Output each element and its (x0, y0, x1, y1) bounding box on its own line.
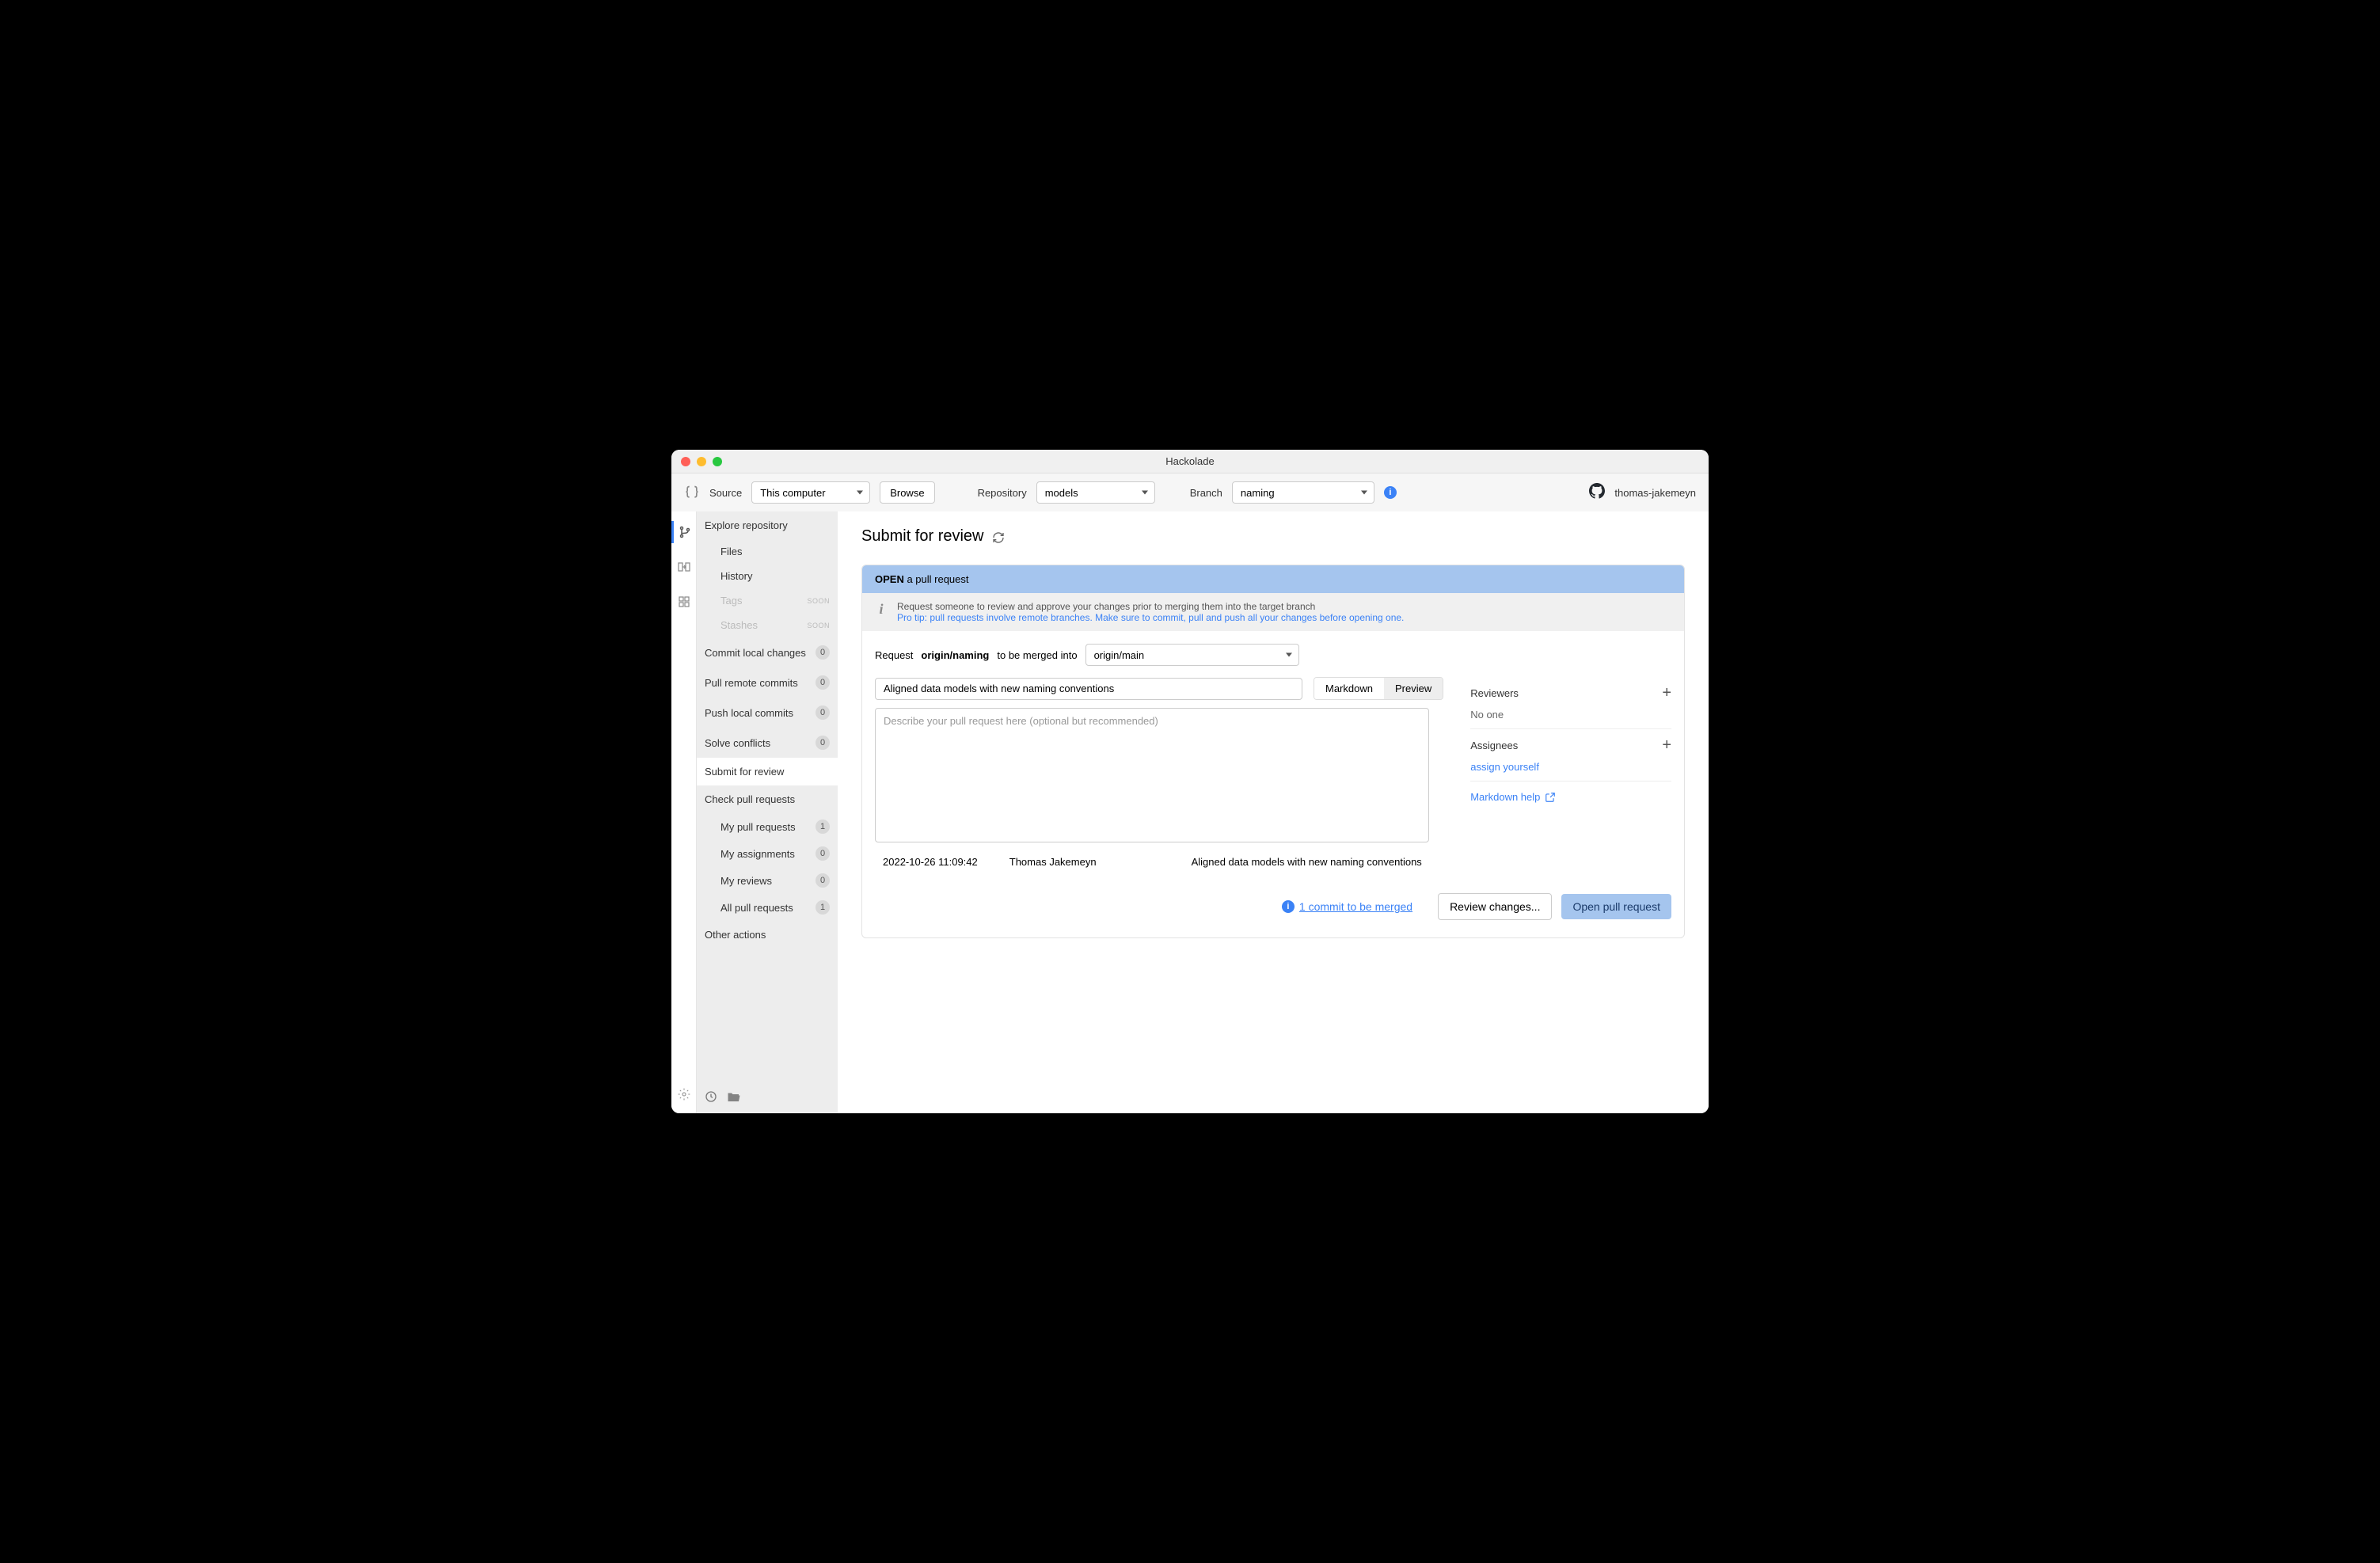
add-reviewer-button[interactable]: + (1662, 685, 1671, 701)
sidebar-check[interactable]: Check pull requests (697, 785, 838, 813)
tab-preview[interactable]: Preview (1384, 678, 1443, 699)
braces-icon (684, 485, 700, 500)
info-icon[interactable]: i (1384, 486, 1397, 499)
sidebar-commit[interactable]: Commit local changes0 (697, 637, 838, 667)
info-banner: i Request someone to review and approve … (862, 593, 1684, 631)
source-label: Source (709, 487, 742, 499)
external-link-icon (1545, 792, 1556, 803)
minimize-window[interactable] (697, 457, 706, 466)
target-branch-select[interactable]: origin/main (1085, 644, 1299, 666)
merge-row: Request origin/naming to be merged into … (875, 644, 1671, 666)
repo-label: Repository (978, 487, 1027, 499)
markdown-help-link[interactable]: Markdown help (1470, 791, 1671, 803)
sidebar-explore[interactable]: Explore repository (697, 511, 838, 539)
pr-title-input[interactable] (875, 678, 1302, 700)
sidebar-footer (697, 1082, 838, 1113)
commit-author: Thomas Jakemeyn (1009, 856, 1097, 868)
refresh-icon[interactable] (992, 531, 1005, 543)
sidebar: Explore repository Files History TagsSOO… (697, 511, 838, 1113)
assignees-label: Assignees (1470, 740, 1518, 751)
commits-to-merge-link[interactable]: i 1 commit to be merged (1282, 900, 1412, 913)
rail-settings-icon[interactable] (671, 1083, 697, 1105)
commit-row: 2022-10-26 11:09:42 Thomas Jakemeyn Alig… (875, 846, 1671, 877)
titlebar: Hackolade (671, 450, 1709, 473)
tab-markdown[interactable]: Markdown (1314, 678, 1384, 699)
sidebar-tags: TagsSOON (697, 588, 838, 613)
info-icon-small: i (1282, 900, 1295, 913)
card-header: OPEN a pull request (862, 565, 1684, 593)
sidebar-submit[interactable]: Submit for review (697, 758, 838, 785)
main-content: Submit for review OPEN a pull request i … (838, 511, 1709, 1113)
sidebar-solve[interactable]: Solve conflicts0 (697, 728, 838, 758)
sync-icon[interactable] (705, 1090, 717, 1105)
username[interactable]: thomas-jakemeyn (1614, 487, 1696, 499)
assign-yourself-link[interactable]: assign yourself (1470, 761, 1539, 773)
source-branch: origin/naming (921, 649, 989, 661)
toolbar: Source This computer Browse Repository m… (671, 473, 1709, 511)
info-text-1: Request someone to review and approve yo… (897, 601, 1404, 612)
sidebar-my-prs[interactable]: My pull requests1 (697, 813, 838, 840)
source-select[interactable]: This computer (751, 481, 870, 504)
rail-apps-icon[interactable] (671, 591, 697, 613)
info-banner-icon: i (875, 601, 888, 618)
close-window[interactable] (681, 457, 690, 466)
sidebar-my-assign[interactable]: My assignments0 (697, 840, 838, 867)
review-changes-button[interactable]: Review changes... (1438, 893, 1552, 920)
commit-message: Aligned data models with new naming conv… (1192, 856, 1422, 868)
sidebar-pull[interactable]: Pull remote commits0 (697, 667, 838, 698)
pr-card: OPEN a pull request i Request someone to… (861, 565, 1685, 938)
branch-select[interactable]: naming (1232, 481, 1374, 504)
window-title: Hackolade (1165, 455, 1214, 467)
repo-select[interactable]: models (1036, 481, 1155, 504)
commit-date: 2022-10-26 11:09:42 (883, 856, 978, 868)
reviewers-none: No one (1470, 709, 1671, 721)
pr-description[interactable] (875, 708, 1429, 842)
info-tip-link[interactable]: Pro tip: pull requests involve remote br… (897, 612, 1404, 623)
reviewers-label: Reviewers (1470, 687, 1519, 699)
github-icon (1589, 483, 1605, 503)
sidebar-my-reviews[interactable]: My reviews0 (697, 867, 838, 894)
rail-compare-icon[interactable] (671, 556, 697, 578)
folder-icon[interactable] (727, 1090, 741, 1105)
sidebar-files[interactable]: Files (697, 539, 838, 564)
browse-button[interactable]: Browse (880, 481, 934, 504)
sidebar-push[interactable]: Push local commits0 (697, 698, 838, 728)
sidebar-history[interactable]: History (697, 564, 838, 588)
card-footer: i 1 commit to be merged Review changes..… (875, 877, 1671, 925)
editor-tabs: Markdown Preview (1314, 677, 1443, 700)
pr-side-panel: Reviewers + No one Assignees + assign your… (1454, 677, 1671, 803)
maximize-window[interactable] (713, 457, 722, 466)
branch-label: Branch (1190, 487, 1222, 499)
sidebar-stashes: StashesSOON (697, 613, 838, 637)
rail-branch-icon[interactable] (671, 521, 697, 543)
add-assignee-button[interactable]: + (1662, 737, 1671, 753)
rail-bar (671, 511, 697, 1113)
sidebar-other[interactable]: Other actions (697, 921, 838, 949)
page-title: Submit for review (861, 527, 1685, 546)
sidebar-all-prs[interactable]: All pull requests1 (697, 894, 838, 921)
open-pr-button[interactable]: Open pull request (1561, 894, 1671, 919)
